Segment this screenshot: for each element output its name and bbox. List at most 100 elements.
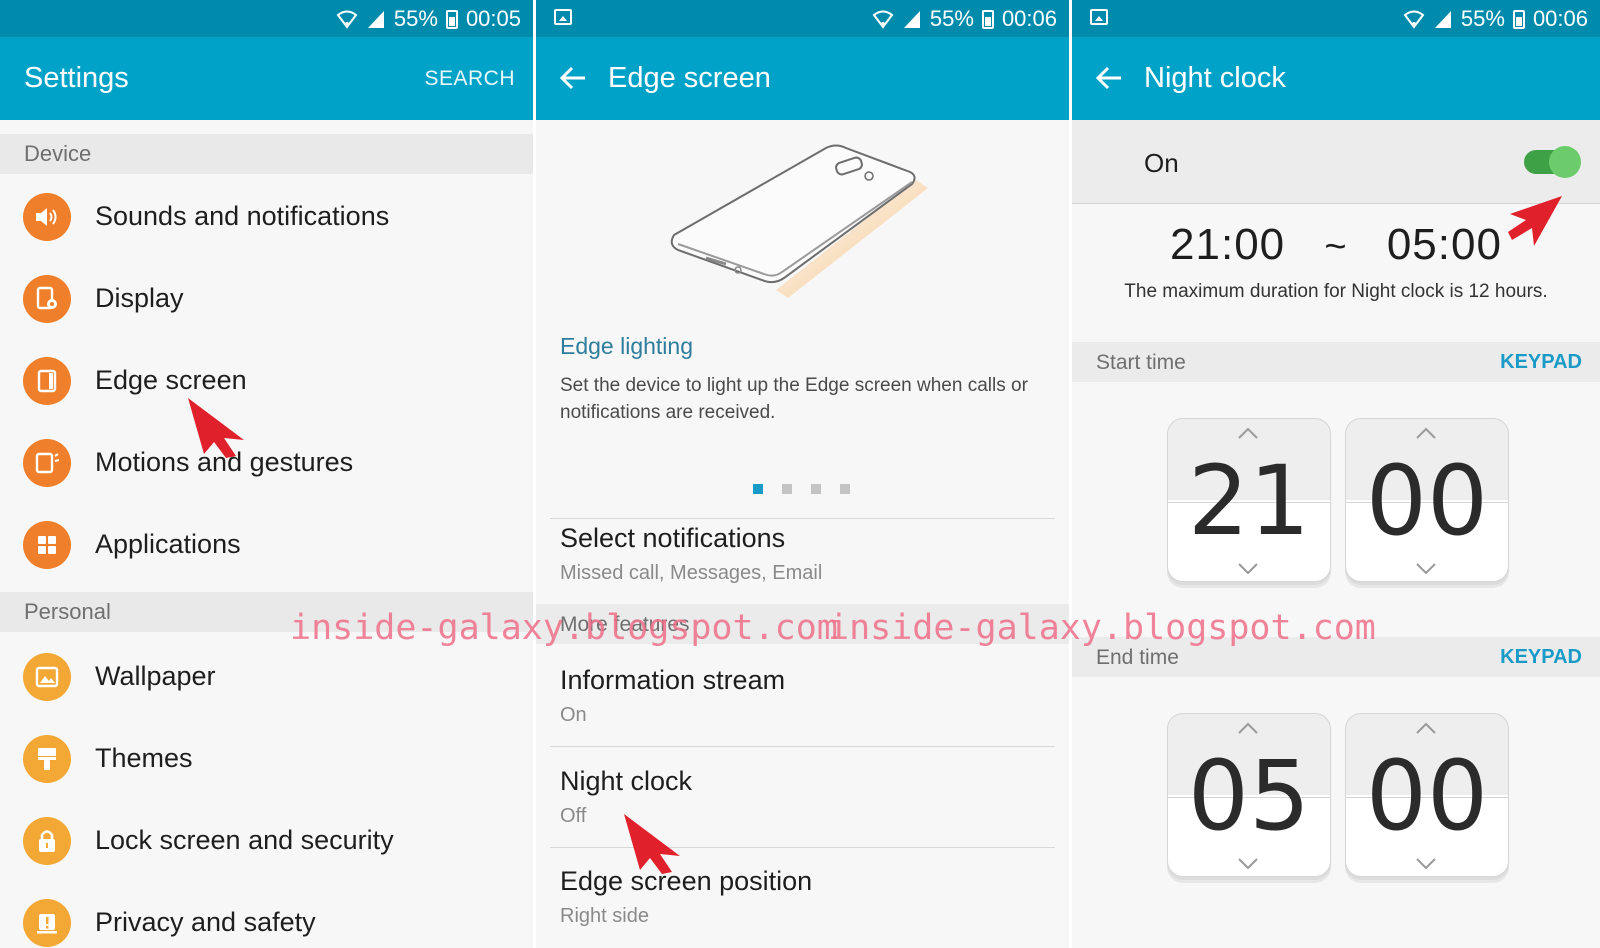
wifi-icon <box>872 10 894 29</box>
start-keypad-button[interactable]: KEYPAD <box>1500 351 1582 374</box>
settings-item-label: Themes <box>95 743 193 773</box>
end-hour-value: 05 <box>1187 740 1311 852</box>
item-secondary: Missed call, Messages, Email <box>560 562 823 584</box>
watermark: inside-galaxy.blogspot.com <box>828 608 1376 648</box>
feature-description: Set the device to light up the Edge scre… <box>560 375 1028 423</box>
settings-item-label: Lock screen and security <box>95 825 394 855</box>
item-primary: Night clock <box>560 766 693 796</box>
settings-item-label: Wallpaper <box>95 661 216 691</box>
start-hour-value: 21 <box>1187 445 1311 557</box>
start-hour-picker[interactable]: 21 <box>1167 418 1331 590</box>
page-title: Night clock <box>1144 62 1286 94</box>
settings-item-applications[interactable]: Applications <box>0 504 533 586</box>
settings-item-privacy[interactable]: Privacy and safety <box>0 882 533 948</box>
pointer-arrow-icon <box>624 814 680 874</box>
status-bar: 55% 00:06 <box>536 0 1069 37</box>
battery-percent: 55% <box>929 6 974 31</box>
chevron-up-icon[interactable] <box>1415 426 1437 440</box>
settings-item-lock-screen[interactable]: Lock screen and security <box>0 800 533 882</box>
display-settings-icon <box>23 275 71 323</box>
pointer-arrow-icon <box>188 398 244 458</box>
item-secondary: On <box>560 704 587 726</box>
item-secondary: Right side <box>560 905 649 927</box>
battery-icon <box>981 9 994 29</box>
image-notification-icon <box>1090 9 1108 25</box>
settings-screen: 55% 00:05 Settings SEARCH Device Sounds … <box>0 0 533 948</box>
settings-item-wallpaper[interactable]: Wallpaper <box>0 636 533 718</box>
settings-item-display[interactable]: Display <box>0 258 533 340</box>
settings-item-label: Display <box>95 283 184 313</box>
wifi-icon <box>1403 10 1425 29</box>
pager-dot[interactable] <box>753 484 763 494</box>
clock: 00:06 <box>1532 6 1588 31</box>
feature-title: Edge lighting <box>560 333 693 359</box>
chevron-down-icon[interactable] <box>1237 857 1259 871</box>
settings-item-sounds[interactable]: Sounds and notifications <box>0 176 533 258</box>
toggle-knob[interactable] <box>1549 146 1581 178</box>
end-minute-picker[interactable]: 00 <box>1345 713 1509 885</box>
app-bar: Settings SEARCH <box>0 37 533 120</box>
signal-icon <box>903 11 920 28</box>
search-button[interactable]: SEARCH <box>424 67 515 91</box>
range-separator: ~ <box>1324 226 1348 268</box>
signal-icon <box>367 11 384 28</box>
pointer-arrow-icon <box>1508 196 1562 246</box>
page-title: Settings <box>24 62 129 94</box>
pager-dot[interactable] <box>811 484 821 494</box>
status-bar: 55% 00:05 <box>0 0 533 37</box>
page-title: Edge screen <box>608 62 771 94</box>
signal-icon <box>1434 11 1451 28</box>
battery-percent: 55% <box>1460 6 1505 31</box>
pager-dot[interactable] <box>782 484 792 494</box>
edge-screen-screen: 55% 00:06 Edge screen Edge lighting Set … <box>536 0 1069 948</box>
apps-grid-icon <box>23 521 71 569</box>
settings-item-label: Edge screen <box>95 365 247 395</box>
end-keypad-button[interactable]: KEYPAD <box>1500 646 1582 669</box>
paint-roller-icon <box>23 735 71 783</box>
battery-icon <box>1512 9 1525 29</box>
chevron-up-icon[interactable] <box>1237 721 1259 735</box>
end-minute-value: 00 <box>1365 740 1489 852</box>
chevron-down-icon[interactable] <box>1237 562 1259 576</box>
app-bar: Edge screen <box>536 37 1069 120</box>
status-bar: 55% 00:06 <box>1072 0 1600 37</box>
settings-item-label: Applications <box>95 529 241 559</box>
pager-dot[interactable] <box>840 484 850 494</box>
settings-item-edge-screen[interactable]: Edge screen <box>0 340 533 422</box>
master-switch-row[interactable]: On <box>1072 120 1600 204</box>
divider <box>550 746 1055 747</box>
image-notification-icon <box>554 9 572 25</box>
item-primary: Select notifications <box>560 523 786 553</box>
end-time-label: End time <box>1096 646 1179 669</box>
chevron-up-icon[interactable] <box>1237 426 1259 440</box>
section-header-device: Device <box>0 134 533 174</box>
lock-icon <box>23 817 71 865</box>
item-primary: Information stream <box>560 665 786 695</box>
start-time-header: Start time KEYPAD <box>1072 342 1600 382</box>
list-item-information-stream[interactable]: Information stream On <box>560 665 1053 727</box>
start-minute-value: 00 <box>1365 445 1489 557</box>
end-hour-picker[interactable]: 05 <box>1167 713 1331 885</box>
range-end: 05:00 <box>1386 220 1502 269</box>
max-duration-note: The maximum duration for Night clock is … <box>1124 281 1548 302</box>
night-clock-screen: 55% 00:06 Night clock On 21:00 ~ 05:00 T… <box>1072 0 1600 948</box>
clock: 00:06 <box>1001 6 1057 31</box>
carousel-pager[interactable] <box>753 484 850 494</box>
wallpaper-icon <box>23 653 71 701</box>
switch-label: On <box>1144 148 1179 178</box>
divider <box>550 518 1055 519</box>
battery-icon <box>445 9 458 29</box>
list-item-select-notifications[interactable]: Select notifications Missed call, Messag… <box>560 523 1053 585</box>
clock: 00:05 <box>465 6 521 31</box>
edge-screen-icon <box>23 357 71 405</box>
chevron-up-icon[interactable] <box>1415 721 1437 735</box>
watermark: inside-galaxy.blogspot.com <box>290 608 838 648</box>
back-arrow-icon[interactable] <box>1094 63 1124 93</box>
chevron-down-icon[interactable] <box>1415 562 1437 576</box>
chevron-down-icon[interactable] <box>1415 857 1437 871</box>
settings-item-motions[interactable]: Motions and gestures <box>0 422 533 504</box>
settings-item-themes[interactable]: Themes <box>0 718 533 800</box>
start-minute-picker[interactable]: 00 <box>1345 418 1509 590</box>
back-arrow-icon[interactable] <box>558 63 588 93</box>
alert-icon <box>23 899 71 947</box>
